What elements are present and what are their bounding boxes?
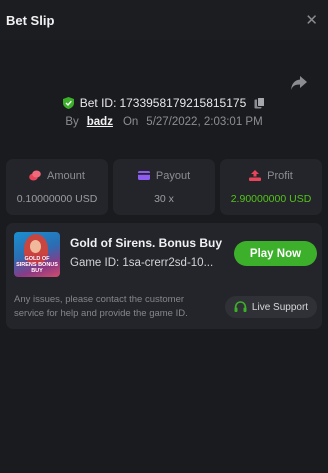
profit-label: Profit	[267, 169, 293, 182]
username-link[interactable]: badz	[87, 116, 113, 128]
bet-meta-row: By badz On 5/27/2022, 2:03:01 PM	[0, 116, 328, 128]
live-support-button[interactable]: Live Support	[225, 296, 317, 318]
bet-id-label: Bet ID:	[79, 96, 117, 110]
game-id: Game ID: 1sa-crerr2sd-10...	[70, 257, 214, 269]
profit-value: 2.90000000 USD	[230, 192, 312, 205]
thumbnail-text: GOLD OF SIRENS BONUS BUY	[16, 256, 58, 274]
payout-label: Payout	[155, 169, 191, 182]
by-label: By	[65, 116, 79, 128]
stat-amount: Amount 0.10000000 USD	[6, 159, 108, 215]
close-icon[interactable]: ✕	[301, 9, 322, 31]
copy-icon[interactable]	[254, 97, 266, 109]
stat-payout: Payout 30 x	[113, 159, 215, 215]
payout-value: 30 x	[154, 192, 174, 205]
bet-stats: Amount 0.10000000 USD Payout 30 x Profit…	[6, 159, 322, 215]
play-now-button[interactable]: Play Now	[234, 241, 317, 266]
card-icon	[137, 171, 150, 180]
live-support-label: Live Support	[251, 301, 309, 313]
game-card: GOLD OF SIRENS BONUS BUY Gold of Sirens.…	[6, 223, 322, 329]
page-title: Bet Slip	[6, 12, 55, 28]
stat-profit: Profit 2.90000000 USD	[220, 159, 322, 215]
game-name: Gold of Sirens. Bonus Buy	[70, 236, 223, 250]
game-thumbnail[interactable]: GOLD OF SIRENS BONUS BUY	[14, 232, 60, 277]
profit-icon	[249, 170, 262, 181]
bet-id-value: 1733958179215815175	[119, 96, 247, 110]
amount-label: Amount	[47, 169, 85, 182]
support-note: Any issues, please contact the customer …	[14, 294, 188, 319]
bet-slip-header: Bet Slip ✕	[0, 0, 328, 40]
amount-value: 0.10000000 USD	[16, 192, 98, 205]
share-icon[interactable]	[290, 75, 308, 91]
on-label: On	[122, 116, 139, 128]
bet-timestamp: 5/27/2022, 2:03:01 PM	[146, 116, 263, 128]
headset-icon	[234, 301, 247, 312]
coins-icon	[29, 170, 41, 181]
shield-check-icon	[62, 97, 74, 109]
bet-id-row: Bet ID: 1733958179215815175	[0, 96, 328, 110]
